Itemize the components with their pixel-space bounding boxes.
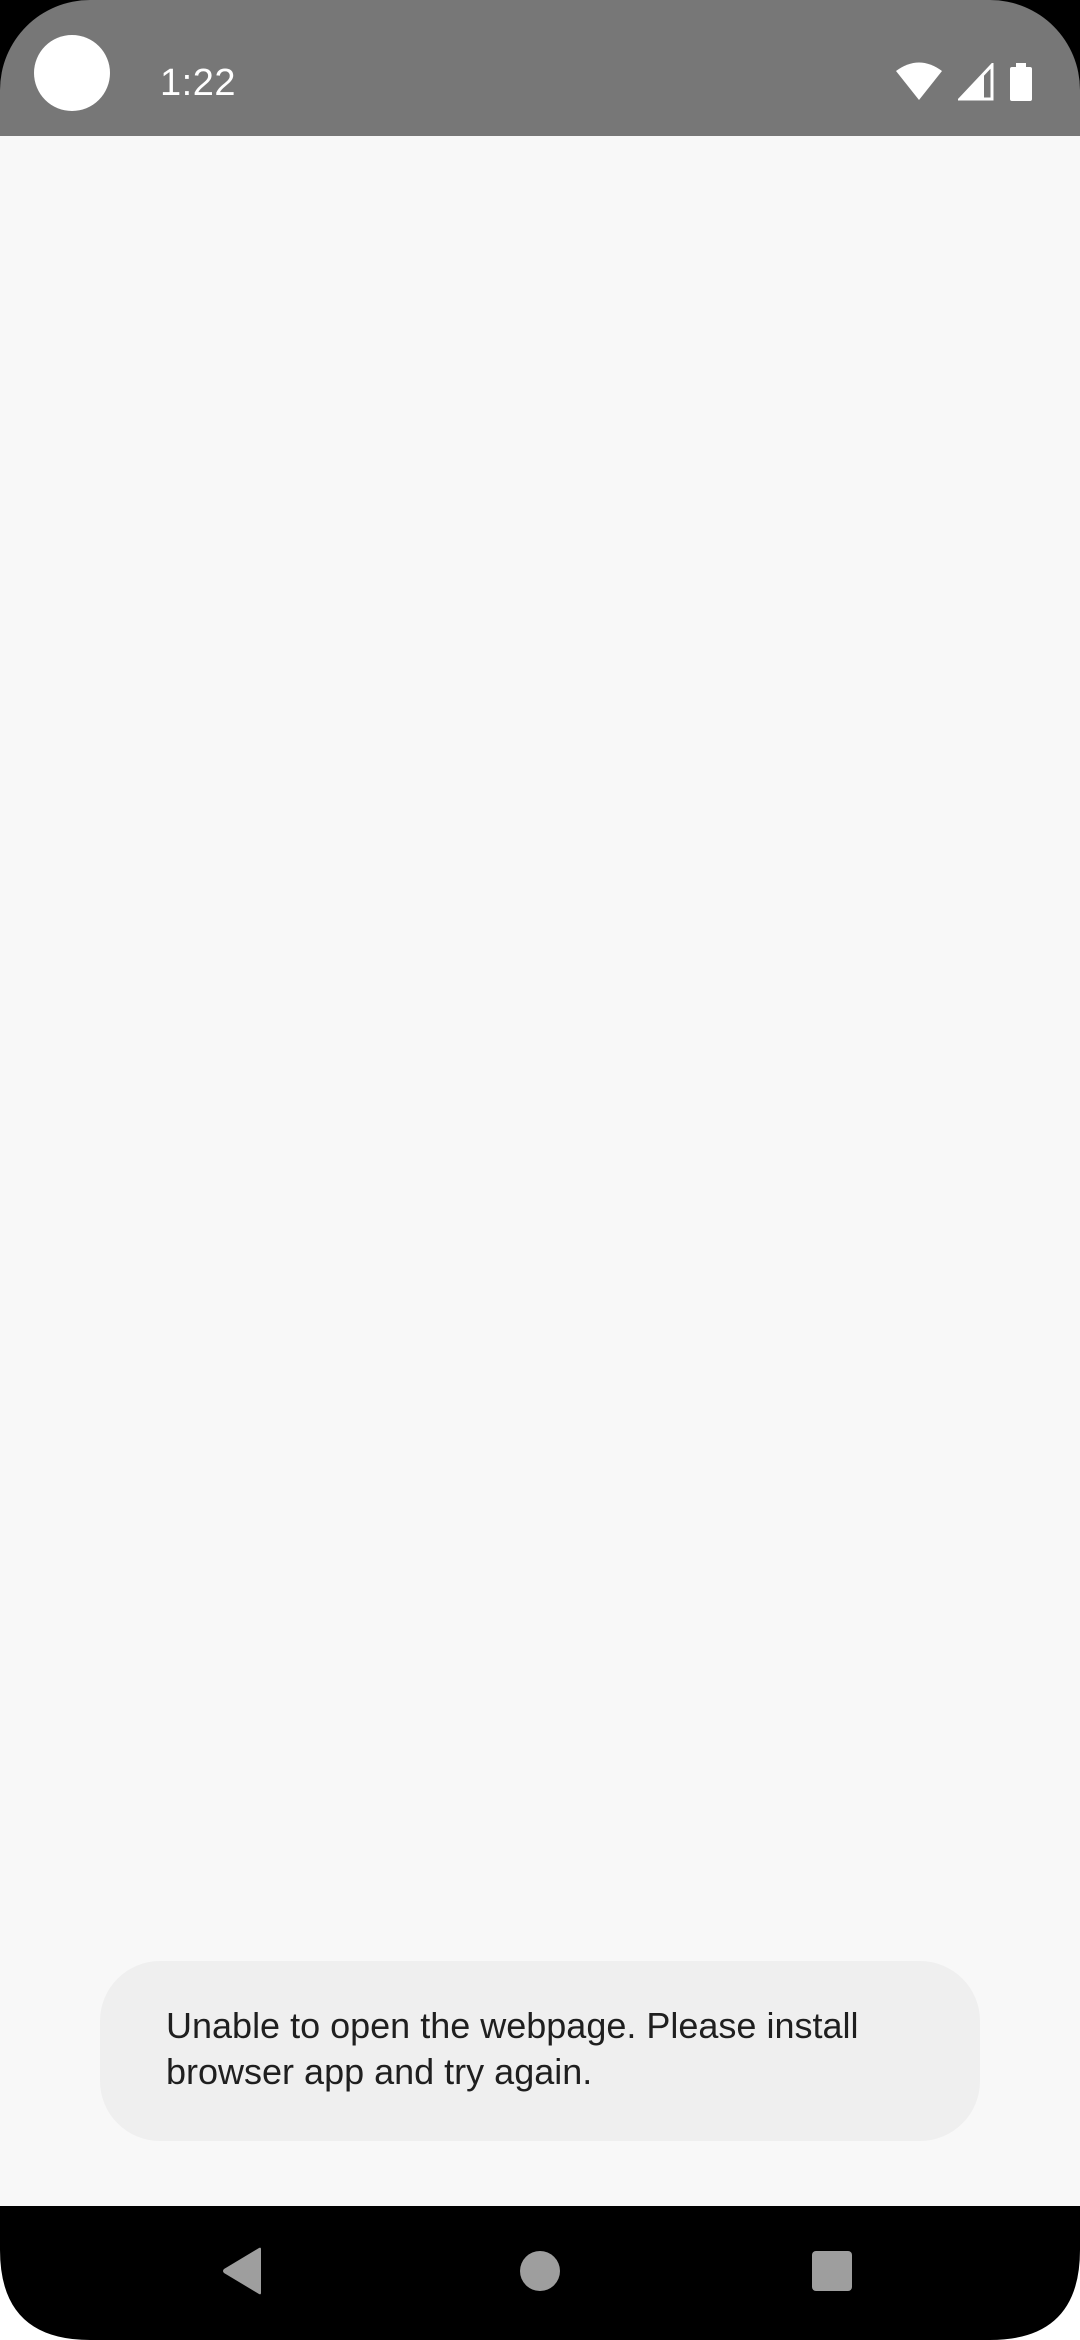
toast-message: Unable to open the webpage. Please insta…: [100, 1961, 980, 2141]
back-icon: [221, 2247, 265, 2300]
status-icons: [896, 62, 1032, 102]
device-screen: 1:22 Unable to open the webpage. Please …: [0, 0, 1080, 2340]
camera-cutout-icon: [34, 35, 110, 111]
home-icon: [519, 2250, 561, 2297]
battery-icon: [1010, 63, 1032, 101]
recents-button[interactable]: [765, 2206, 899, 2340]
home-button[interactable]: [473, 2206, 607, 2340]
recents-icon: [811, 2250, 853, 2297]
navigation-bar: [0, 2206, 1080, 2340]
wifi-icon: [896, 62, 942, 102]
back-button[interactable]: [176, 2206, 310, 2340]
app-content: [0, 136, 1080, 2206]
status-bar: 1:22: [0, 0, 1080, 136]
toast-text: Unable to open the webpage. Please insta…: [166, 2005, 859, 2092]
cell-signal-icon: [958, 63, 994, 101]
status-time: 1:22: [160, 62, 236, 104]
